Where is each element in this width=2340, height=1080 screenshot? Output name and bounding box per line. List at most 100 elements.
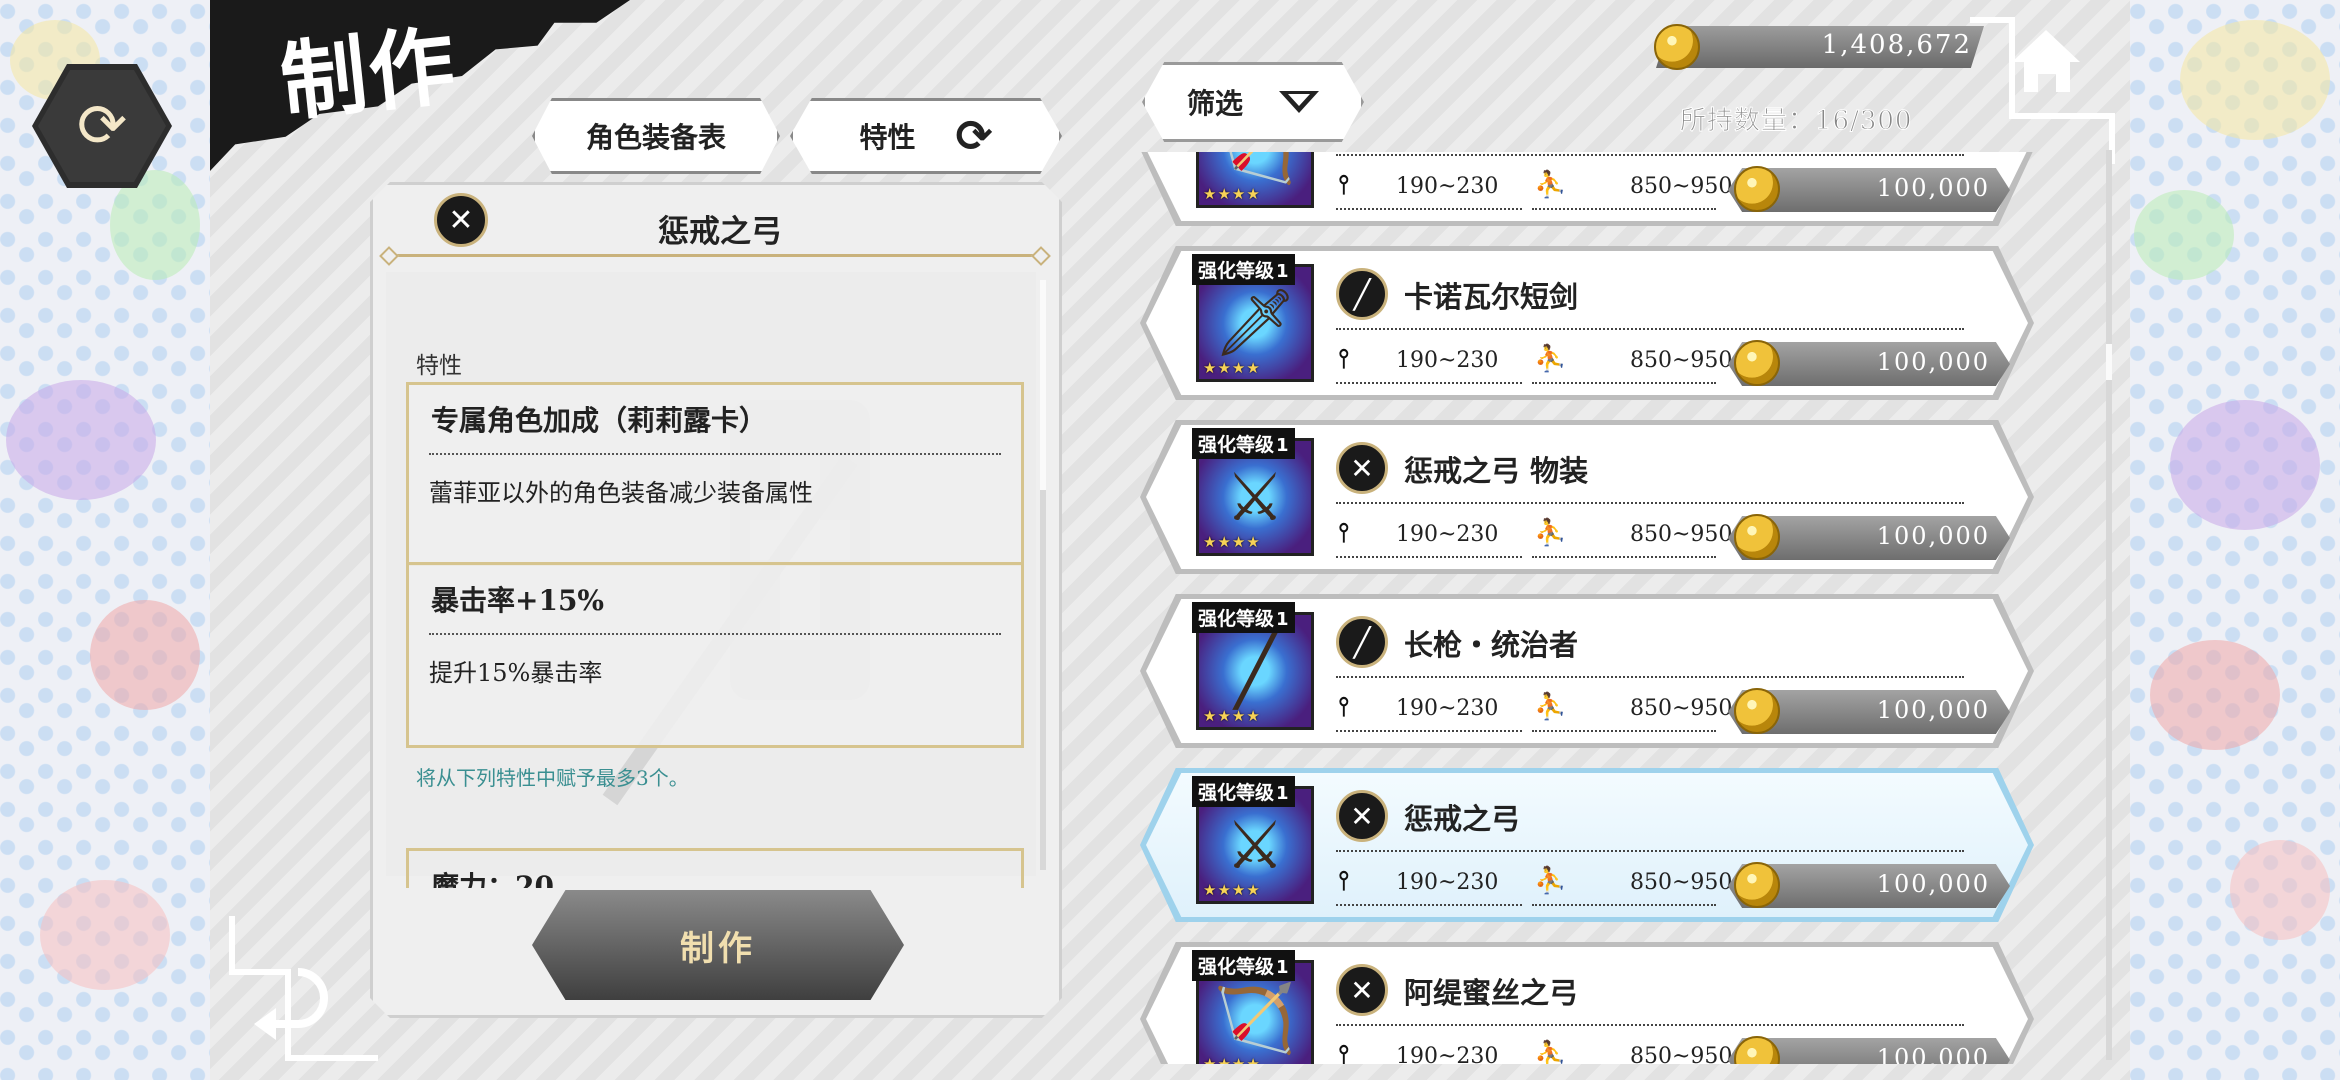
craft-button[interactable]: 制作 <box>532 890 904 1000</box>
stat-attack-value: 190~230 <box>1396 1044 1499 1064</box>
enhance-level-value: 1 <box>1276 261 1289 282</box>
coin-icon <box>1734 340 1780 386</box>
enhance-level-value: 1 <box>1276 957 1289 978</box>
coin-icon <box>1734 862 1780 908</box>
stat-magic-value: 850~950 <box>1630 522 1733 547</box>
stat-divider <box>1336 208 1522 210</box>
attack-stat-icon: ⫯ <box>1338 692 1350 722</box>
trait-title: 暴击率+15% <box>431 584 605 617</box>
home-button[interactable] <box>1966 16 2116 166</box>
right-background-pattern <box>2130 0 2340 1080</box>
equipment-card[interactable]: ⚔ ★★★★ 强化等级 1 ✕ 惩戒之弓 物装 ⫯ 190~230 ⛹ 850~9… <box>1140 420 2034 574</box>
stat-magic-value: 850~950 <box>1630 348 1733 373</box>
weapon-art-icon: ╱ <box>1235 632 1275 710</box>
detail-scrollbar-thumb[interactable] <box>1040 280 1046 490</box>
weapon-name: 惩戒之弓 <box>1404 802 1521 836</box>
trait-section-label: 特性 <box>416 353 462 379</box>
enhance-level-value: 1 <box>1276 783 1289 804</box>
equipment-card[interactable]: 🏹 ★★★★ 强化等级1 ✕ ⫯ 190~230 ⛹ 850~950 100,0… <box>1140 152 2034 226</box>
attack-stat-icon: ⫯ <box>1338 170 1350 200</box>
enhance-level-badge: 强化等级 1 <box>1192 602 1295 633</box>
stat-divider <box>1532 730 1716 732</box>
magic-stat-icon: ⛹ <box>1534 866 1567 896</box>
weapon-art-icon: 🗡 <box>1213 284 1297 361</box>
weapon-name: 卡诺瓦尔短剑 <box>1404 280 1579 314</box>
stat-attack-value: 190~230 <box>1396 522 1499 547</box>
equipment-list[interactable]: 🏹 ★★★★ 强化等级1 ✕ ⫯ 190~230 ⛹ 850~950 100,0… <box>1140 152 2056 1064</box>
attack-stat-icon: ⫯ <box>1338 518 1350 548</box>
magic-stat-icon: ⛹ <box>1534 692 1567 722</box>
main-area: 制作 角色装备表 特性 ⟳ ✕ 惩戒之弓 特性 专属角色加成（莉莉露卡） 蕾菲亚… <box>210 0 2130 1080</box>
decor-blob <box>90 600 200 710</box>
equipment-card[interactable]: 🏹 ★★★★ 强化等级 1 ✕ 阿缇蜜丝之弓 ⫯ 190~230 ⛹ 850~95… <box>1140 942 2034 1064</box>
rarity-stars-icon: ★★★★ <box>1203 881 1261 899</box>
trait-card: 专属角色加成（莉莉露卡） 蕾菲亚以外的角色装备减少装备属性 <box>406 382 1024 566</box>
stat-divider <box>1532 556 1716 558</box>
stat-divider <box>1532 904 1716 906</box>
enhance-level-badge: 强化等级 1 <box>1192 254 1295 285</box>
magic-stat-icon: ⛹ <box>1534 170 1567 200</box>
craft-price: 100,000 <box>1876 174 1990 202</box>
name-divider <box>1336 1024 1964 1026</box>
trait-divider <box>429 453 1001 455</box>
stat-magic-value: 850~950 <box>1630 1044 1733 1064</box>
equipment-card[interactable]: ╱ ★★★★ 强化等级 1 ╱ 长枪・统治者 ⫯ 190~230 ⛹ 850~95… <box>1140 594 2034 748</box>
rarity-stars-icon: ★★★★ <box>1203 707 1261 725</box>
chevron-down-icon <box>1279 91 1319 113</box>
decor-blob <box>40 880 170 990</box>
decor-blob <box>2180 20 2330 140</box>
weapon-thumbnail: 🏹 ★★★★ <box>1196 152 1314 208</box>
weapon-type-icon: ✕ <box>1336 442 1388 494</box>
weapon-type-icon: ╱ <box>1336 616 1388 668</box>
owned-count: 所持数量：16/300 <box>1679 106 1913 137</box>
decor-blob <box>2230 840 2330 940</box>
filter-label: 筛选 <box>1186 87 1243 120</box>
weapon-type-icon: ✕ <box>1336 790 1388 842</box>
enhance-level-label: 强化等级 <box>1198 782 1275 804</box>
enhance-level-badge: 强化等级 1 <box>1192 776 1295 807</box>
name-divider <box>1336 328 1964 330</box>
trait-card: 暴击率+15% 提升15%暴击率 <box>406 562 1024 748</box>
stat-divider <box>1336 556 1522 558</box>
detail-item-name: 惩戒之弓 <box>658 214 782 250</box>
filter-button[interactable]: 筛选 <box>1142 62 1364 142</box>
tab-label: 特性 <box>859 121 916 154</box>
enhance-level-label: 强化等级 <box>1198 260 1275 282</box>
decor-blob <box>6 380 156 500</box>
enhance-level-badge: 强化等级 1 <box>1192 428 1295 459</box>
stat-magic-value: 850~950 <box>1630 870 1733 895</box>
tab-equipment-table[interactable]: 角色装备表 <box>532 98 780 174</box>
back-button[interactable] <box>228 912 378 1062</box>
weapon-name: 阿缇蜜丝之弓 <box>1404 976 1579 1010</box>
equipment-card[interactable]: ⚔ ★★★★ 强化等级 1 ✕ 惩戒之弓 ⫯ 190~230 ⛹ 850~950 … <box>1140 768 2034 922</box>
stat-attack-value: 190~230 <box>1396 348 1499 373</box>
stat-divider <box>1532 208 1716 210</box>
coin-icon <box>1734 514 1780 560</box>
attack-stat-icon: ⫯ <box>1338 866 1350 896</box>
weapon-art-icon: 🏹 <box>1213 980 1297 1057</box>
stat-attack-value: 190~230 <box>1396 174 1499 199</box>
stat-divider <box>1336 382 1522 384</box>
enhance-level-value: 1 <box>1276 435 1289 456</box>
coin-icon <box>1734 688 1780 734</box>
craft-price: 100,000 <box>1876 696 1990 724</box>
enhance-level-value: 1 <box>1276 609 1289 630</box>
magic-stat-icon: ⛹ <box>1534 1040 1567 1064</box>
weapon-art-icon: ⚔ <box>1225 458 1285 536</box>
weapon-name: 惩戒之弓 物装 <box>1404 454 1589 488</box>
stat-magic-value: 850~950 <box>1630 174 1733 199</box>
rarity-stars-icon: ★★★★ <box>1203 533 1261 551</box>
craft-price: 100,000 <box>1876 522 1990 550</box>
stat-divider <box>1532 382 1716 384</box>
list-scrollbar[interactable] <box>2106 150 2112 1060</box>
trait-hint: 将从下列特性中赋予最多3个。 <box>416 766 689 790</box>
trait-card-partial: 魔力：20 <box>406 848 1024 888</box>
enhance-level-label: 强化等级 <box>1198 434 1275 456</box>
rarity-stars-icon: ★★★★ <box>1203 1055 1261 1064</box>
tab-traits[interactable]: 特性 ⟳ <box>790 98 1062 174</box>
equipment-card[interactable]: 🗡 ★★★★ 强化等级 1 ╱ 卡诺瓦尔短剑 ⫯ 190~230 ⛹ 850~95… <box>1140 246 2034 400</box>
enhance-level-label: 强化等级 <box>1198 608 1275 630</box>
list-scrollbar-thumb[interactable] <box>2106 344 2112 380</box>
decor-blob <box>2150 640 2280 750</box>
craft-price: 100,000 <box>1876 870 1990 898</box>
